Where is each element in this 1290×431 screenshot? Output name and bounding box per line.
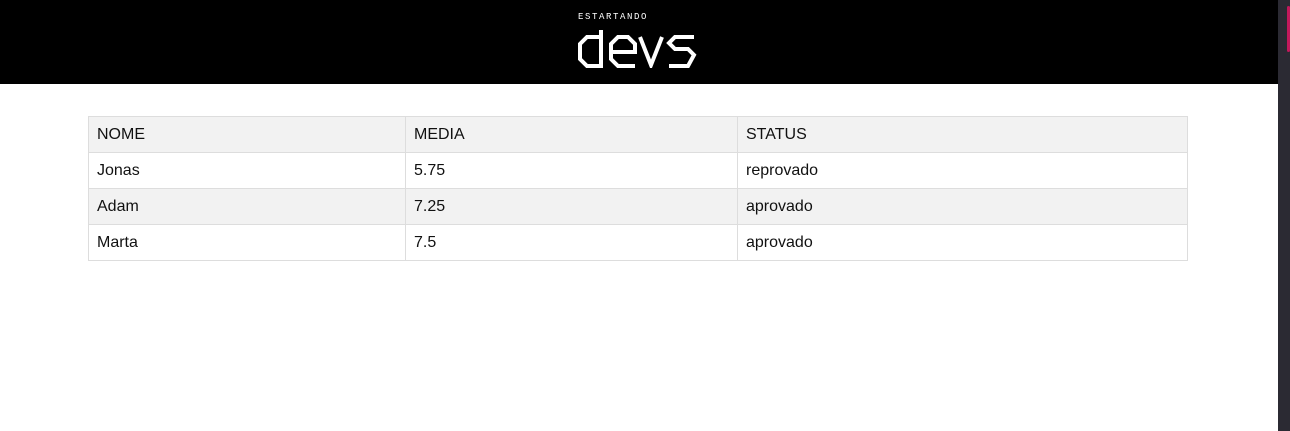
page: ESTARTANDO devs NOME MEDIA xyxy=(0,0,1278,431)
logo-small-text: ESTARTANDO xyxy=(578,12,649,22)
cell-status: aprovado xyxy=(737,224,1188,261)
column-header-nome: NOME xyxy=(88,116,406,153)
column-header-media: MEDIA xyxy=(405,116,738,153)
table-row: Marta 7.5 aprovado xyxy=(88,224,1188,261)
table-header-row: NOME MEDIA STATUS xyxy=(88,116,1188,153)
cell-status: aprovado xyxy=(737,188,1188,225)
cell-status: reprovado xyxy=(737,152,1188,189)
table-row: Jonas 5.75 reprovado xyxy=(88,152,1188,189)
grades-table: NOME MEDIA STATUS Jonas 5.75 reprovado A… xyxy=(88,116,1188,261)
devs-wordmark-icon xyxy=(578,30,697,68)
cell-media: 7.25 xyxy=(405,188,738,225)
table-row: Adam 7.25 aprovado xyxy=(88,188,1188,225)
column-header-status: STATUS xyxy=(737,116,1188,153)
vertical-scrollbar[interactable] xyxy=(1278,0,1290,431)
site-header: ESTARTANDO devs xyxy=(0,0,1278,84)
cell-media: 5.75 xyxy=(405,152,738,189)
cell-nome: Jonas xyxy=(88,152,406,189)
cell-nome: Marta xyxy=(88,224,406,261)
estartando-devs-logo[interactable]: ESTARTANDO devs xyxy=(577,12,699,70)
cell-media: 7.5 xyxy=(405,224,738,261)
cell-nome: Adam xyxy=(88,188,406,225)
